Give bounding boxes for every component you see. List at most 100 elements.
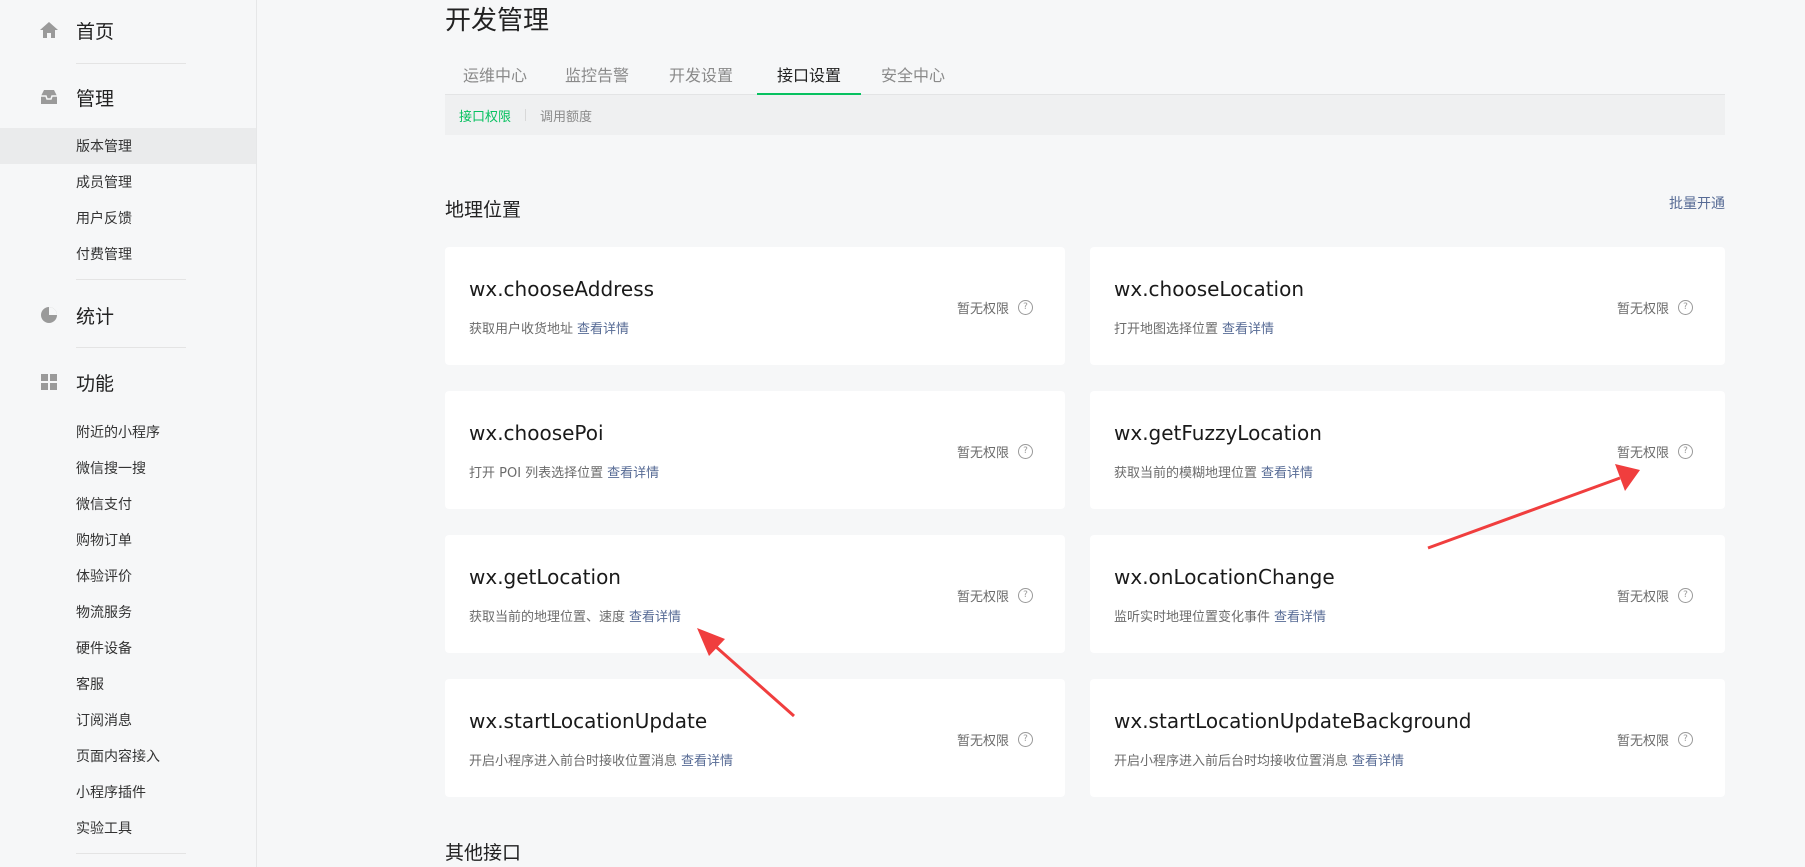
- help-icon[interactable]: ?: [1678, 588, 1693, 603]
- api-desc: 开启小程序进入前后台时均接收位置消息 查看详情: [1114, 750, 1404, 769]
- sidebar-item-label: 物流服务: [76, 605, 132, 621]
- pie-chart-icon: [38, 304, 60, 326]
- subtab-api-permission[interactable]: 接口权限: [459, 106, 511, 125]
- sidebar-item-label: 成员管理: [76, 175, 132, 191]
- sidebar-item-label: 微信支付: [76, 497, 132, 513]
- nav-stats[interactable]: 统计: [38, 301, 114, 329]
- nav-features-label: 功能: [76, 372, 115, 395]
- sidebar-item-label: 体验评价: [76, 569, 132, 585]
- api-desc-text: 获取当前的模糊地理位置: [1114, 466, 1258, 481]
- permission-status: 暂无权限?: [1617, 442, 1693, 461]
- view-detail-link[interactable]: 查看详情: [1261, 466, 1313, 481]
- api-desc-text: 获取当前的地理位置、速度: [469, 610, 626, 625]
- sidebar-item-label: 版本管理: [76, 139, 132, 155]
- permission-status: 暂无权限?: [957, 586, 1033, 605]
- tab-monitor[interactable]: 监控告警: [545, 56, 649, 93]
- help-icon[interactable]: ?: [1678, 732, 1693, 747]
- permission-status-text: 暂无权限: [1616, 734, 1669, 749]
- sidebar-item-logistics[interactable]: 物流服务: [0, 594, 256, 630]
- sidebar-item-version[interactable]: 版本管理: [0, 128, 256, 164]
- api-name: wx.choosePoi: [469, 421, 604, 445]
- page-title: 开发管理: [445, 6, 550, 36]
- grid-icon: [38, 371, 60, 393]
- other-section-title: 其他接口: [445, 842, 522, 864]
- view-detail-link[interactable]: 查看详情: [577, 322, 629, 337]
- api-desc-text: 打开地图选择位置: [1114, 322, 1219, 337]
- divider: [76, 63, 186, 64]
- sidebar-item-label: 购物订单: [76, 533, 132, 549]
- sidebar-item-members[interactable]: 成员管理: [0, 164, 256, 200]
- api-card: wx.onLocationChange 监听实时地理位置变化事件 查看详情 暂无权…: [1090, 535, 1725, 653]
- nav-home-label: 首页: [76, 20, 115, 43]
- sidebar-item-wxpay[interactable]: 微信支付: [0, 486, 256, 522]
- view-detail-link[interactable]: 查看详情: [629, 610, 681, 625]
- sidebar-item-review[interactable]: 体验评价: [0, 558, 256, 594]
- api-name: wx.chooseAddress: [469, 277, 655, 301]
- api-name: wx.getLocation: [469, 565, 621, 589]
- sidebar-item-customer-service[interactable]: 客服: [0, 666, 256, 702]
- nav-home[interactable]: 首页: [38, 16, 114, 44]
- permission-status-text: 暂无权限: [956, 734, 1009, 749]
- help-icon[interactable]: ?: [1018, 588, 1033, 603]
- permission-status: 暂无权限?: [1617, 298, 1693, 317]
- sidebar-item-orders[interactable]: 购物订单: [0, 522, 256, 558]
- tab-api-settings[interactable]: 接口设置: [757, 56, 861, 95]
- sidebar-item-plugin[interactable]: 小程序插件: [0, 774, 256, 810]
- permission-status: 暂无权限?: [957, 442, 1033, 461]
- sidebar-item-search[interactable]: 微信搜一搜: [0, 450, 256, 486]
- sidebar: 首页 管理 版本管理 成员管理 用户反馈 付费管理 统计 功能 附近的小程序 微…: [0, 0, 257, 867]
- sidebar-item-nearby[interactable]: 附近的小程序: [0, 414, 256, 450]
- permission-status-text: 暂无权限: [1616, 590, 1669, 605]
- tab-dev-settings[interactable]: 开发设置: [649, 56, 753, 93]
- api-desc: 打开 POI 列表选择位置 查看详情: [469, 462, 659, 481]
- sidebar-item-feedback[interactable]: 用户反馈: [0, 200, 256, 236]
- permission-status: 暂无权限?: [957, 298, 1033, 317]
- inbox-icon: [38, 86, 60, 108]
- sidebar-item-content[interactable]: 页面内容接入: [0, 738, 256, 774]
- help-icon[interactable]: ?: [1018, 444, 1033, 459]
- help-icon[interactable]: ?: [1018, 300, 1033, 315]
- view-detail-link[interactable]: 查看详情: [1274, 610, 1326, 625]
- tab-ops[interactable]: 运维中心: [445, 56, 545, 93]
- api-desc-text: 开启小程序进入前后台时均接收位置消息: [1114, 754, 1349, 769]
- api-desc-text: 开启小程序进入前台时接收位置消息: [469, 754, 678, 769]
- subtab-divider: [525, 109, 527, 121]
- api-name: wx.startLocationUpdate: [469, 709, 708, 733]
- help-icon[interactable]: ?: [1678, 300, 1693, 315]
- permission-status-text: 暂无权限: [956, 590, 1009, 605]
- view-detail-link[interactable]: 查看详情: [607, 466, 659, 481]
- view-detail-link[interactable]: 查看详情: [1352, 754, 1404, 769]
- view-detail-link[interactable]: 查看详情: [681, 754, 733, 769]
- help-icon[interactable]: ?: [1678, 444, 1693, 459]
- api-desc: 监听实时地理位置变化事件 查看详情: [1114, 606, 1326, 625]
- api-desc: 获取当前的模糊地理位置 查看详情: [1114, 462, 1313, 481]
- subtab-bar: 接口权限 调用额度: [445, 95, 1725, 135]
- api-card: wx.chooseLocation 打开地图选择位置 查看详情 暂无权限?: [1090, 247, 1725, 365]
- api-card: wx.choosePoi 打开 POI 列表选择位置 查看详情 暂无权限?: [445, 391, 1065, 509]
- batch-enable-link[interactable]: 批量开通: [1669, 193, 1725, 213]
- permission-status-text: 暂无权限: [956, 302, 1009, 317]
- divider: [76, 279, 186, 280]
- subtab-call-quota[interactable]: 调用额度: [540, 106, 592, 125]
- api-card: wx.startLocationUpdateBackground 开启小程序进入…: [1090, 679, 1725, 797]
- api-name: wx.onLocationChange: [1114, 565, 1335, 589]
- nav-features[interactable]: 功能: [38, 368, 114, 396]
- sidebar-item-label: 用户反馈: [76, 211, 132, 227]
- api-desc: 开启小程序进入前台时接收位置消息 查看详情: [469, 750, 733, 769]
- api-desc: 打开地图选择位置 查看详情: [1114, 318, 1274, 337]
- tab-security[interactable]: 安全中心: [861, 56, 965, 93]
- sidebar-item-payment[interactable]: 付费管理: [0, 236, 256, 272]
- permission-status: 暂无权限?: [1617, 730, 1693, 749]
- view-detail-link[interactable]: 查看详情: [1222, 322, 1274, 337]
- api-desc-text: 获取用户收货地址: [469, 322, 574, 337]
- sidebar-item-subscribe[interactable]: 订阅消息: [0, 702, 256, 738]
- help-icon[interactable]: ?: [1018, 732, 1033, 747]
- api-desc: 获取当前的地理位置、速度 查看详情: [469, 606, 681, 625]
- divider: [76, 347, 186, 348]
- nav-manage[interactable]: 管理: [38, 83, 114, 111]
- sidebar-item-lab[interactable]: 实验工具: [0, 810, 256, 846]
- sidebar-item-label: 付费管理: [76, 247, 132, 263]
- api-card: wx.getFuzzyLocation 获取当前的模糊地理位置 查看详情 暂无权限…: [1090, 391, 1725, 509]
- sidebar-item-label: 微信搜一搜: [76, 461, 146, 477]
- sidebar-item-hardware[interactable]: 硬件设备: [0, 630, 256, 666]
